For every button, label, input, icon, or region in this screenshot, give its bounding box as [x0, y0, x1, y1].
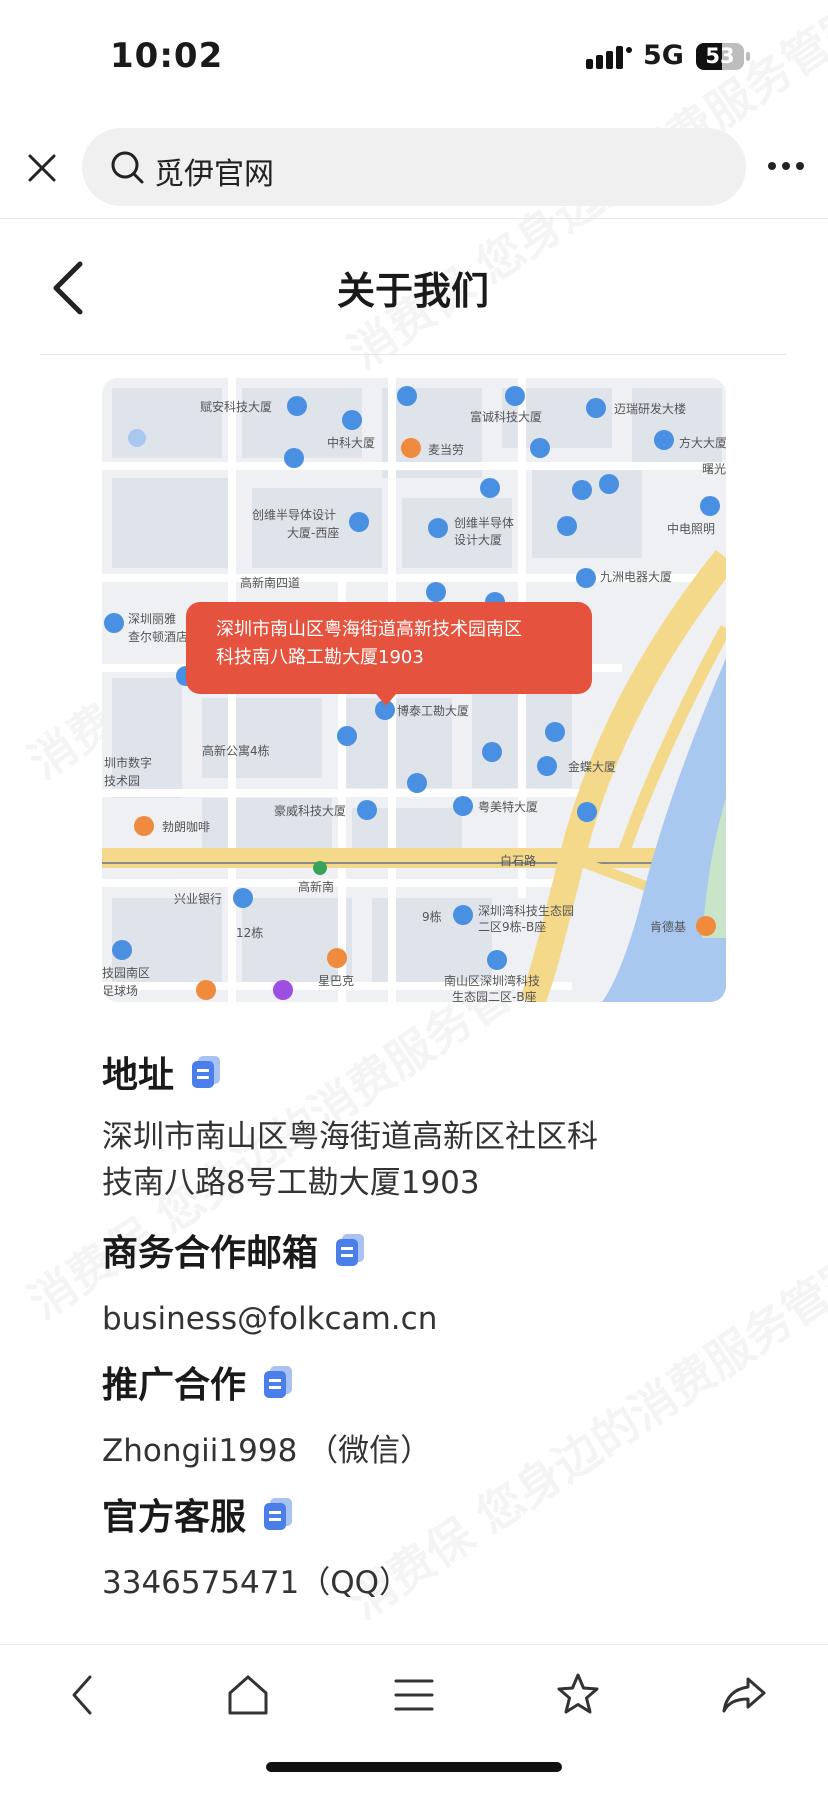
- star-icon[interactable]: [550, 1667, 606, 1723]
- map-label: 二区9栋-B座: [478, 920, 547, 934]
- nav-back-icon[interactable]: [56, 1667, 112, 1723]
- page-title: 关于我们: [336, 269, 489, 313]
- location-map[interactable]: 赋安科技大厦 中科大厦 麦当劳 富诚科技大厦 迈瑞研发大楼 方大大厦 曙光 创维…: [102, 378, 726, 1002]
- battery-icon: 53: [696, 43, 750, 70]
- map-label: 深圳丽雅: [128, 612, 177, 626]
- map-label: 方大大厦: [679, 436, 726, 450]
- map-label: 深圳湾科技生态园: [478, 904, 575, 918]
- map-label: 创维半导体: [454, 516, 515, 530]
- map-label: 高新南: [298, 880, 335, 894]
- map-label: 肯德基: [650, 920, 687, 934]
- address-heading: 地址: [102, 1055, 175, 1096]
- share-icon[interactable]: [716, 1667, 772, 1723]
- bubble-line: 科技南八路工勘大厦1903: [216, 647, 424, 668]
- map-location-bubble: 深圳市南山区粤海街道高新技术园南区 科技南八路工勘大厦1903: [186, 602, 592, 706]
- copy-icon[interactable]: [334, 1232, 366, 1268]
- map-label: 足球场: [102, 984, 139, 998]
- map-label: 赋安科技大厦: [200, 400, 273, 414]
- map-label: 曙光: [702, 462, 726, 476]
- page-header: 关于我们: [40, 220, 786, 355]
- home-indicator[interactable]: [266, 1762, 562, 1772]
- map-label: 技园南区: [102, 966, 151, 980]
- promo-heading: 推广合作: [102, 1365, 247, 1406]
- map-label: 圳市数字: [104, 756, 153, 770]
- map-label: 星巴克: [318, 974, 355, 988]
- signal-icon: [586, 46, 632, 69]
- promo-value: Zhongii1998 （微信）: [102, 1433, 432, 1469]
- map-label: 富诚科技大厦: [470, 410, 543, 424]
- service-heading: 官方客服: [102, 1497, 247, 1538]
- map-label: 勃朗咖啡: [162, 820, 211, 834]
- bottom-navigation: [0, 1644, 828, 1743]
- service-section: 官方客服 3346575471（QQ）: [102, 1488, 410, 1606]
- browser-toolbar: 觅伊官网: [0, 126, 828, 219]
- map-label: 9栋: [422, 910, 442, 924]
- status-time: 10:02: [110, 36, 224, 76]
- address-line: 技南八路8号工勘大厦1903: [102, 1165, 480, 1201]
- map-label: 高新南四道: [240, 576, 301, 590]
- search-input[interactable]: 觅伊官网: [82, 128, 746, 206]
- map-label: 南山区深圳湾科技: [444, 974, 541, 988]
- address-section: 地址 深圳市南山区粤海街道高新区社区科 技南八路8号工勘大厦1903: [102, 1046, 598, 1206]
- map-label: 金蝶大厦: [568, 760, 617, 774]
- map-label: 技术园: [104, 774, 141, 788]
- close-icon[interactable]: [22, 148, 62, 188]
- email-section: 商务合作邮箱 business@folkcam.cn: [102, 1224, 437, 1342]
- map-label: 九洲电器大厦: [600, 570, 673, 584]
- map-label: 设计大厦: [454, 533, 503, 547]
- copy-icon[interactable]: [190, 1054, 222, 1090]
- map-label: 创维半导体设计: [252, 508, 337, 522]
- map-label: 中电照明: [667, 522, 716, 536]
- search-query: 觅伊官网: [154, 157, 274, 192]
- map-label: 白石路: [500, 854, 537, 868]
- map-label: 中科大厦: [327, 436, 376, 450]
- map-label: 豪威科技大厦: [274, 804, 347, 818]
- map-label: 高新公寓4栋: [202, 744, 270, 758]
- map-label: 12栋: [236, 926, 264, 940]
- battery-level: 53: [705, 44, 735, 68]
- map-label: 兴业银行: [174, 892, 223, 906]
- email-value: business@folkcam.cn: [102, 1301, 438, 1337]
- map-label: 迈瑞研发大楼: [614, 402, 687, 416]
- status-bar: 10:02 5G 53: [0, 0, 828, 110]
- map-label: 麦当劳: [428, 443, 465, 457]
- network-label: 5G: [643, 40, 684, 71]
- menu-icon[interactable]: [386, 1667, 442, 1723]
- copy-icon[interactable]: [262, 1496, 294, 1532]
- map-label: 博泰工勘大厦: [397, 704, 470, 718]
- home-icon[interactable]: [220, 1667, 276, 1723]
- search-icon: [111, 151, 144, 184]
- service-value: 3346575471（QQ）: [102, 1565, 411, 1601]
- map-label: 大厦-西座: [287, 526, 340, 540]
- address-line: 深圳市南山区粤海街道高新区社区科: [102, 1119, 598, 1155]
- map-label: 生态园二区-B座: [452, 990, 537, 1002]
- email-heading: 商务合作邮箱: [102, 1233, 319, 1274]
- map-label: 查尔顿酒店: [128, 630, 189, 644]
- bubble-tail: [376, 694, 396, 706]
- bubble-line: 深圳市南山区粤海街道高新技术园南区: [216, 619, 522, 640]
- more-icon[interactable]: [766, 160, 806, 172]
- map-label: 粤美特大厦: [478, 800, 539, 814]
- copy-icon[interactable]: [262, 1364, 294, 1400]
- promo-section: 推广合作 Zhongii1998 （微信）: [102, 1356, 431, 1474]
